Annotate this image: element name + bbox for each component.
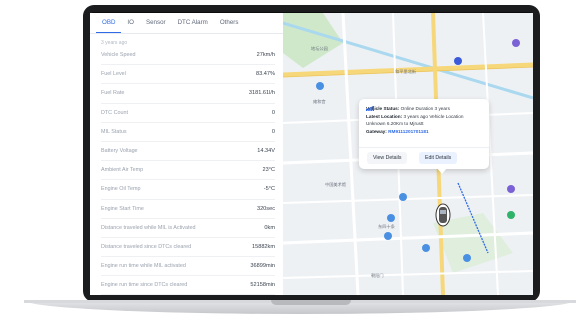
- row-label: Engine Start Time: [101, 205, 144, 212]
- row-value: 0: [271, 109, 275, 116]
- row-value: 14.34V: [257, 148, 275, 155]
- row-label: Fuel Rate: [101, 90, 125, 97]
- location-line: Latest Location: 3 years ago Vehicle Loc…: [366, 114, 463, 119]
- row-label: DTC Count: [101, 109, 128, 116]
- row-label: Engine run time while MIL activated: [101, 263, 186, 270]
- gateway-label: Gateway:: [366, 129, 387, 134]
- data-row: Engine Start Time 320sec: [101, 200, 275, 219]
- row-value: 23°C: [262, 167, 276, 174]
- row-value: 320sec: [256, 205, 275, 212]
- updated-timestamp: 3 years ago: [101, 40, 128, 46]
- data-row: Engine run time since DTCs cleared 52158m…: [101, 276, 275, 295]
- tab-io[interactable]: IO: [121, 13, 140, 33]
- popup-divider: [359, 147, 489, 148]
- obd-data-list: Vehicle Speed 27km/h Fuel Level 83.47% Fue…: [90, 46, 283, 295]
- row-label: Engine Oil Temp: [101, 186, 141, 193]
- row-value: 36899min: [250, 263, 275, 270]
- status-value: Online Duration 3 years: [400, 106, 450, 111]
- row-value: 3181.61l/h: [248, 90, 275, 97]
- location-label: Latest Location:: [366, 114, 403, 119]
- map-place-label: 东四十条: [378, 224, 395, 229]
- car-marker-icon: [435, 203, 451, 227]
- row-value: 52158min: [250, 282, 275, 289]
- row-label: Vehicle Speed: [101, 52, 136, 59]
- laptop-notch: [271, 300, 351, 305]
- row-label: Ambient Air Temp: [101, 167, 144, 174]
- map-poi-icon: [399, 193, 407, 201]
- map-poi-icon: [512, 39, 520, 47]
- map-place-label: 和平里北街: [395, 69, 416, 74]
- map-poi-icon: [384, 232, 392, 240]
- row-label: MIL Status: [101, 128, 127, 135]
- data-row: DTC Count 0: [101, 104, 275, 123]
- row-value: 83.47%: [256, 71, 275, 78]
- app-screen: OBD IO Sensor DTC Alarm Others 3 years a…: [90, 13, 533, 295]
- status-line: Vehicle Status: Online Duration 3 years: [366, 106, 453, 111]
- subway-icon: [454, 57, 462, 65]
- gateway-link[interactable]: RM9111201701181: [388, 129, 428, 134]
- map-poi-icon: [316, 82, 324, 90]
- tab-others[interactable]: Others: [214, 13, 245, 33]
- map-place-label: 雍和宫: [313, 99, 326, 104]
- row-value: 0: [271, 128, 275, 135]
- row-label: Distance traveled while MIL is Activated: [101, 224, 196, 231]
- row-label: Fuel Level: [101, 71, 126, 78]
- row-label: Engine run time since DTCs cleared: [101, 282, 188, 289]
- data-row: Engine Oil Temp -5°C: [101, 180, 275, 200]
- row-value: 0km: [264, 224, 275, 231]
- data-row: Distance traveled since DTCs cleared 1588…: [101, 238, 275, 258]
- data-row: MIL Status 0: [101, 123, 275, 142]
- popup-pointer: [437, 168, 447, 174]
- vehicle-info-popup: Vehicle Status: Online Duration 3 years …: [359, 99, 489, 169]
- location-detail: Unknown 6.20Km to Mjrustt: [366, 121, 424, 126]
- data-row: Fuel Rate 3181.61l/h: [101, 84, 275, 104]
- edit-details-button[interactable]: Edit Details: [419, 152, 458, 164]
- map-poi-icon: [507, 211, 515, 219]
- map-poi-icon: [422, 244, 430, 252]
- gateway-line: Gateway: RM9111201701181: [366, 129, 429, 134]
- map-place-label: 中国美术馆: [325, 182, 346, 187]
- data-row: Engine run time while MIL activated 36899…: [101, 257, 275, 277]
- data-row: Fuel Level 83.47%: [101, 65, 275, 85]
- map-place-label: 朝阳门: [371, 273, 384, 278]
- tab-dtc-alarm[interactable]: DTC Alarm: [172, 13, 214, 33]
- location-value: 3 years ago Vehicle Location: [403, 114, 464, 119]
- row-value: 27km/h: [256, 52, 275, 59]
- vehicle-data-panel: OBD IO Sensor DTC Alarm Others 3 years a…: [90, 13, 283, 295]
- tab-bar: OBD IO Sensor DTC Alarm Others: [90, 13, 283, 34]
- map-poi-icon: [387, 214, 395, 222]
- data-row: Battery Voltage 14.34V: [101, 142, 275, 162]
- map-place-label: 地坛公园: [311, 46, 328, 51]
- row-label: Distance traveled since DTCs cleared: [101, 243, 192, 250]
- data-row: Vehicle Speed 27km/h: [101, 46, 275, 66]
- row-label: Battery Voltage: [101, 148, 138, 155]
- row-value: 15882km: [251, 243, 275, 250]
- map-poi-icon: [463, 254, 471, 262]
- data-row: Ambient Air Temp 23°C: [101, 161, 276, 181]
- map-view[interactable]: 地坛公园 和平里北街 雍和宫 中国美术馆 东四十条 朝阳门 Vehicle St…: [283, 13, 533, 295]
- data-row: Distance traveled while MIL is Activated…: [101, 219, 275, 238]
- map-poi-icon: [507, 185, 515, 193]
- tab-obd[interactable]: OBD: [96, 13, 122, 33]
- tab-sensor[interactable]: Sensor: [140, 13, 172, 33]
- row-value: -5°C: [263, 186, 275, 193]
- view-details-button[interactable]: View Details: [367, 152, 408, 164]
